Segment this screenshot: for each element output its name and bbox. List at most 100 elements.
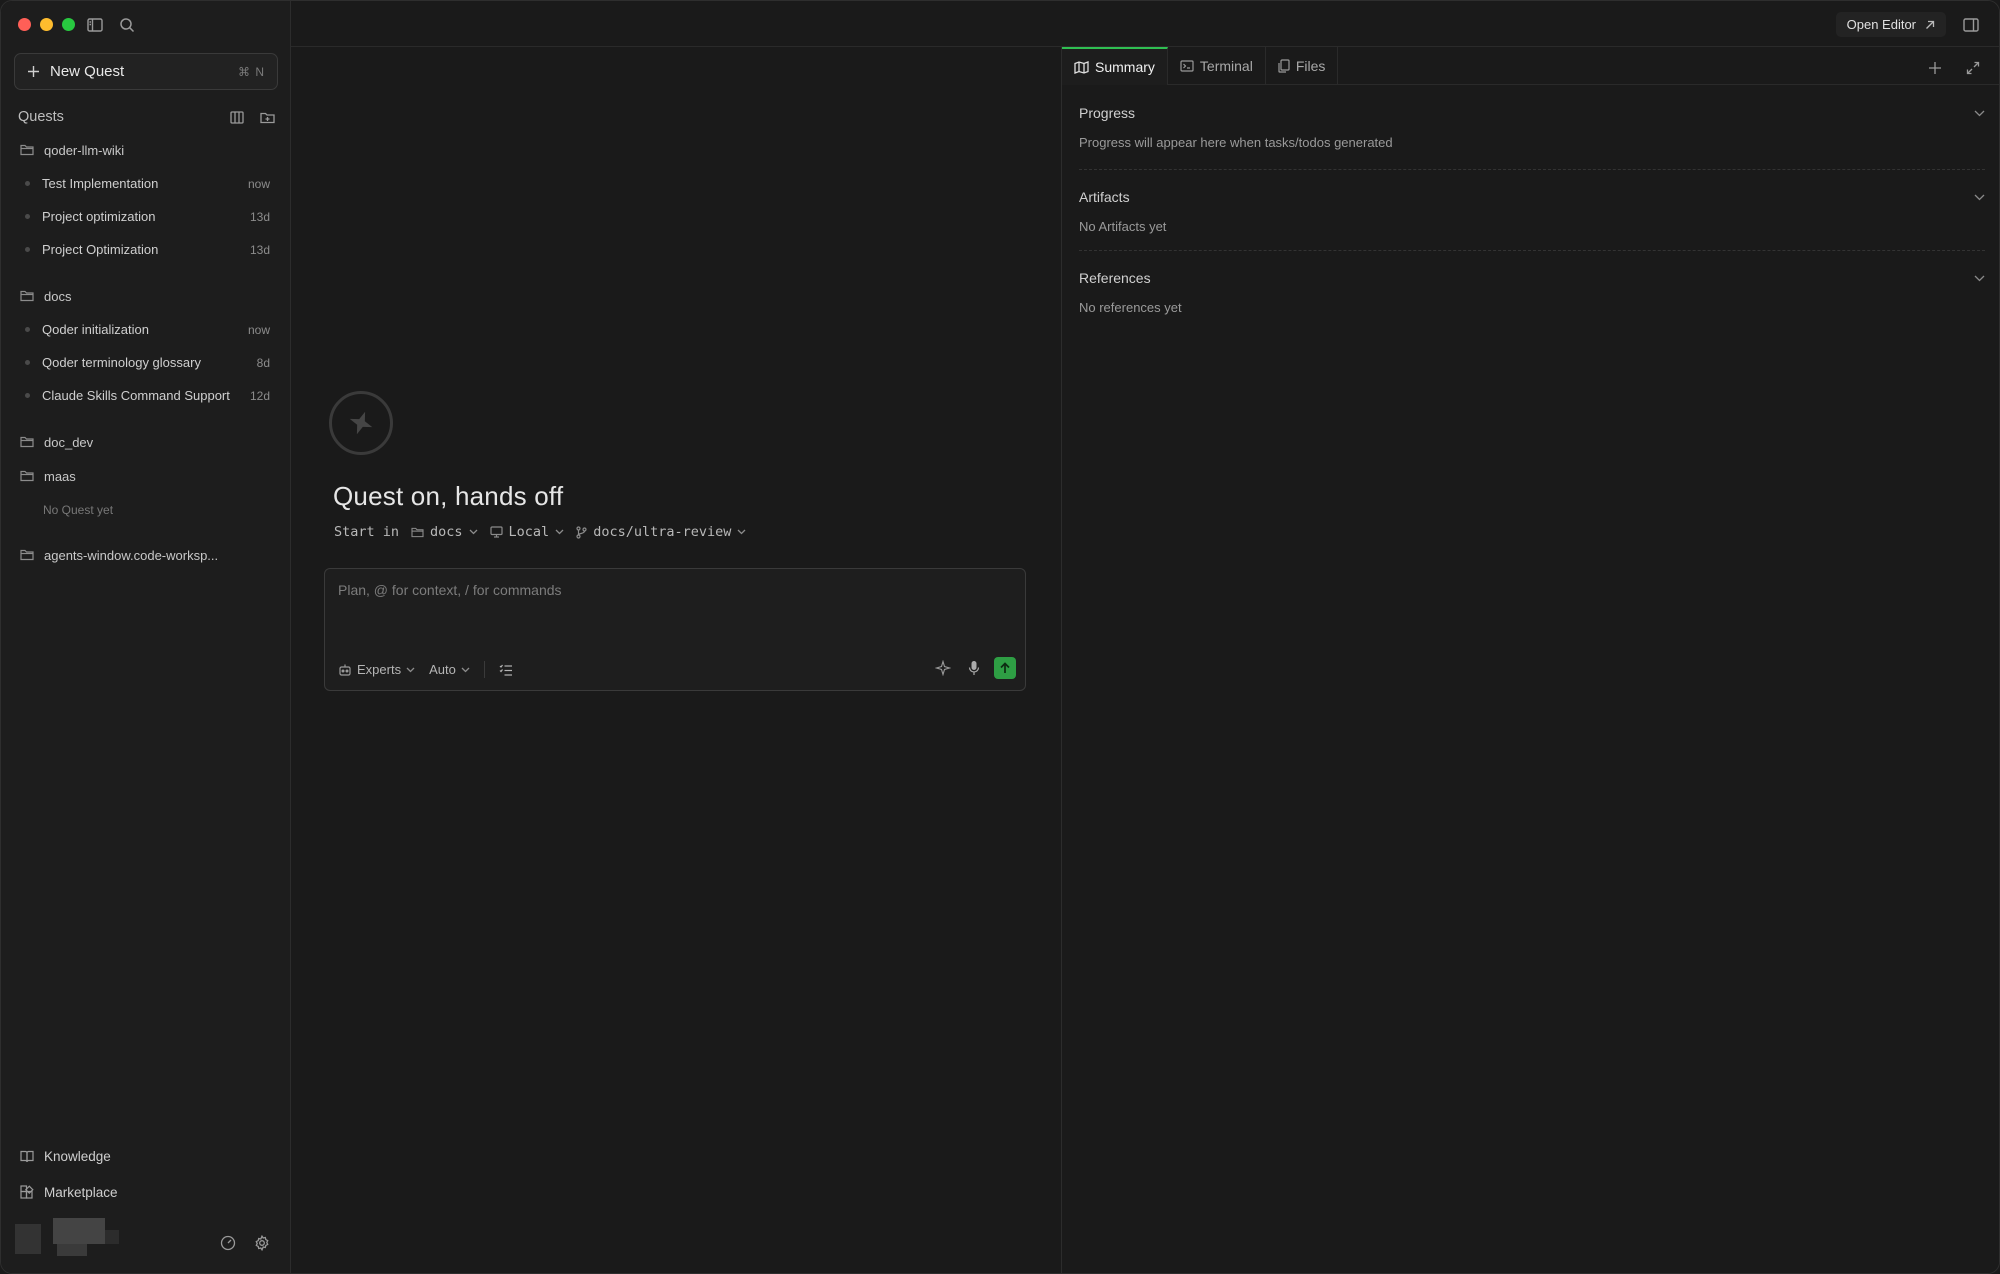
expand-icon[interactable]	[1962, 57, 1984, 79]
section-divider	[1079, 169, 1985, 170]
composer-tools: Experts Auto	[338, 661, 527, 678]
quest-time: 8d	[256, 355, 270, 370]
main-area: Quest on, hands off Start in docs Local …	[291, 47, 1061, 1273]
quest-time: now	[247, 322, 270, 337]
knowledge-label: Knowledge	[44, 1148, 111, 1164]
checklist-icon[interactable]	[499, 664, 513, 676]
plus-icon[interactable]	[1924, 57, 1946, 79]
quest-item[interactable]: Claude Skills Command Support 12d	[1, 379, 291, 412]
arrow-up-icon	[999, 662, 1011, 674]
search-icon[interactable]	[116, 14, 138, 36]
quest-item[interactable]: Project optimization 13d	[1, 200, 291, 233]
chevron-down-icon	[469, 529, 478, 535]
folder-agents-window[interactable]: agents-window.code-worksp...	[1, 538, 291, 572]
folder-label: agents-window.code-worksp...	[44, 547, 219, 563]
git-branch-icon	[576, 525, 587, 539]
status-dot	[25, 247, 30, 252]
knowledge-link[interactable]: Knowledge	[20, 1138, 118, 1174]
folder-doc-dev[interactable]: doc_dev	[1, 425, 291, 459]
zoom-window-button[interactable]	[62, 18, 75, 31]
quest-item[interactable]: Project Optimization 13d	[1, 233, 291, 266]
chevron-down-icon	[406, 667, 415, 673]
sidebar-top-icons	[84, 14, 138, 36]
new-folder-icon[interactable]	[256, 106, 278, 128]
quests-header: Quests	[18, 106, 278, 128]
minimize-window-button[interactable]	[40, 18, 53, 31]
folder-maas[interactable]: maas	[1, 459, 291, 493]
composer[interactable]: Plan, @ for context, / for commands Expe…	[324, 568, 1026, 691]
progress-section-header[interactable]: Progress	[1079, 103, 1985, 123]
references-section-header[interactable]: References	[1079, 268, 1985, 288]
tab-actions	[1924, 57, 1984, 79]
robot-icon	[338, 663, 352, 677]
start-in-row: Start in docs Local docs/ultra-review	[334, 524, 746, 540]
tool-divider	[483, 661, 485, 678]
folder-qoder-llm-wiki[interactable]: qoder-llm-wiki	[1, 133, 291, 167]
quest-time: now	[247, 176, 270, 191]
sidebar: New Quest ⌘ N Quests qoder-llm-wiki Test…	[1, 1, 291, 1273]
marketplace-link[interactable]: Marketplace	[20, 1174, 118, 1210]
close-window-button[interactable]	[18, 18, 31, 31]
quest-title: Test Implementation	[42, 176, 159, 191]
experts-selector[interactable]: Experts	[338, 662, 415, 677]
files-icon	[1278, 59, 1290, 73]
folder-icon	[20, 549, 34, 561]
status-dot	[25, 214, 30, 219]
artifacts-section-header[interactable]: Artifacts	[1079, 187, 1985, 207]
tab-summary[interactable]: Summary	[1062, 47, 1168, 85]
quest-item[interactable]: Test Implementation now	[1, 167, 291, 200]
quest-title: Project optimization	[42, 209, 156, 224]
chevron-down-icon	[737, 529, 746, 535]
folder-selector[interactable]: docs	[411, 524, 478, 540]
section-body: Progress will appear here when tasks/tod…	[1079, 135, 1393, 150]
new-quest-button[interactable]: New Quest ⌘ N	[14, 53, 278, 90]
quest-title: Qoder terminology glossary	[42, 355, 201, 370]
quests-heading: Quests	[18, 109, 64, 125]
plus-icon	[27, 65, 40, 78]
chevron-down-icon	[1974, 110, 1985, 117]
folder-docs[interactable]: docs	[1, 279, 291, 313]
quest-title: Claude Skills Command Support	[42, 388, 230, 403]
open-editor-button[interactable]: Open Editor	[1835, 12, 1946, 37]
environment-selector[interactable]: Local	[489, 524, 565, 540]
sparkle-icon[interactable]	[932, 657, 954, 679]
tab-label: Files	[1295, 58, 1326, 74]
folder-icon	[20, 436, 34, 448]
new-quest-label: New Quest	[50, 63, 125, 80]
quest-logo-icon	[329, 391, 393, 455]
chevron-down-icon	[461, 667, 470, 673]
tab-label: Summary	[1095, 59, 1155, 75]
quest-item[interactable]: Qoder terminology glossary 8d	[1, 346, 291, 379]
tab-terminal[interactable]: Terminal	[1168, 47, 1266, 85]
open-editor-label: Open Editor	[1846, 17, 1916, 32]
folder-icon	[20, 144, 34, 156]
avatar[interactable]	[15, 1218, 119, 1258]
artifacts-section: Artifacts No Artifacts yet	[1079, 187, 1985, 234]
right-panel-toggle-icon[interactable]	[1960, 14, 1982, 36]
tab-files[interactable]: Files	[1266, 47, 1339, 85]
folder-icon	[411, 527, 424, 538]
composer-input[interactable]: Plan, @ for context, / for commands	[338, 582, 562, 598]
section-title: Artifacts	[1079, 189, 1130, 205]
sidebar-toggle-icon[interactable]	[84, 14, 106, 36]
quest-time: 13d	[249, 242, 270, 257]
mode-selector[interactable]: Auto	[429, 662, 470, 677]
quest-title: Qoder initialization	[42, 322, 149, 337]
section-body: No references yet	[1079, 300, 1182, 315]
columns-icon[interactable]	[226, 106, 248, 128]
branch-selector[interactable]: docs/ultra-review	[576, 524, 746, 540]
folder-selector-value: docs	[430, 524, 463, 540]
window-controls	[18, 18, 75, 31]
gear-icon[interactable]	[251, 1232, 273, 1254]
send-button[interactable]	[994, 657, 1016, 679]
quest-item[interactable]: Qoder initialization now	[1, 313, 291, 346]
marketplace-label: Marketplace	[44, 1184, 118, 1200]
page-title: Quest on, hands off	[333, 481, 564, 511]
environment-selector-value: Local	[508, 524, 550, 540]
status-dot	[25, 327, 30, 332]
usage-gauge-icon[interactable]	[217, 1232, 239, 1254]
microphone-icon[interactable]	[963, 657, 985, 679]
section-divider	[1079, 250, 1985, 251]
section-title: Progress	[1079, 105, 1136, 121]
book-icon	[20, 1150, 34, 1163]
